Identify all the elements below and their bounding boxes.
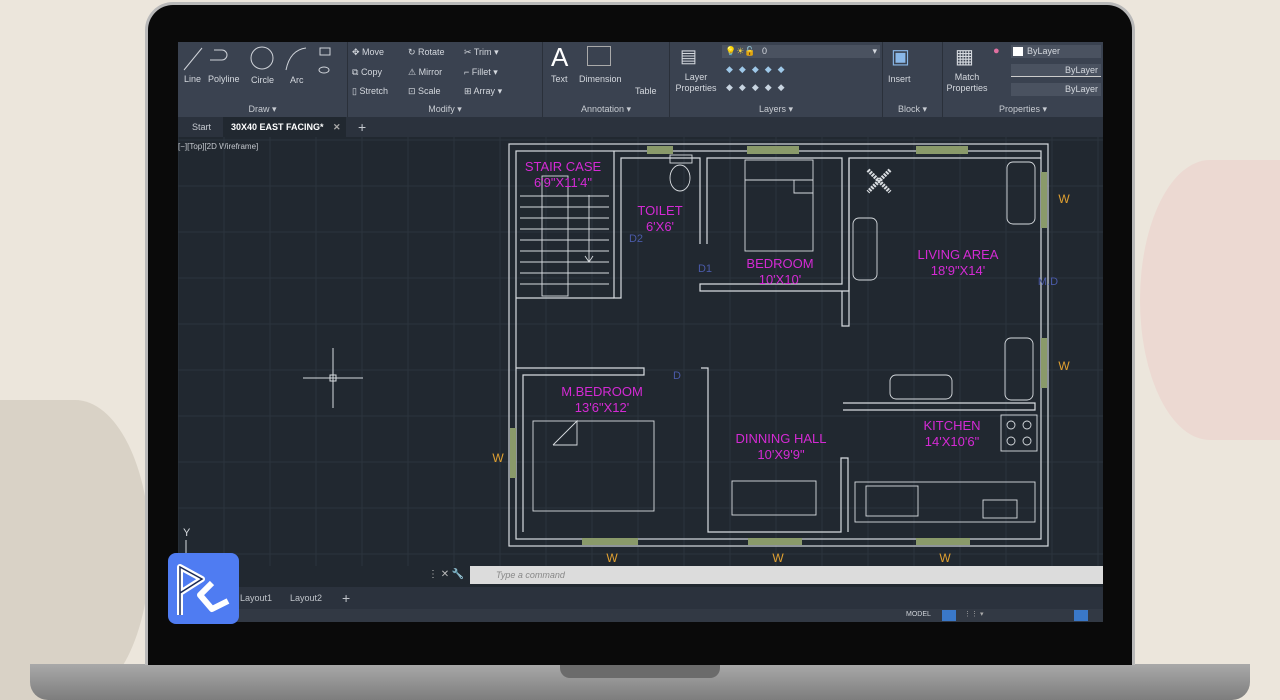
window-marker: W: [1058, 359, 1070, 373]
room-size: 10'X9'9": [757, 447, 805, 462]
room-size: 13'6"X12': [575, 400, 629, 415]
room-labels: STAIR CASE6'9"X11'4"TOILET6'X6'BEDROOM10…: [525, 159, 999, 462]
door-marker: D1: [698, 263, 712, 275]
model-space-button[interactable]: MODEL: [906, 611, 931, 618]
grid-toggle[interactable]: [942, 610, 956, 621]
layout-tabs: Layout1 Layout2 +: [178, 587, 1103, 609]
furniture: [520, 154, 1038, 523]
add-layout-button[interactable]: +: [342, 587, 350, 609]
crosshair-cursor: [303, 348, 363, 408]
room-size: 10'X10': [759, 272, 802, 287]
logo-mark: [177, 564, 230, 615]
room-name: KITCHEN: [923, 418, 980, 433]
window-marker: W: [939, 551, 951, 565]
floor-plan[interactable]: STAIR CASE6'9"X11'4"TOILET6'X6'BEDROOM10…: [178, 42, 1103, 622]
window-marker: W: [772, 551, 784, 565]
room-name: BEDROOM: [746, 256, 813, 271]
ucs-y-label: Y: [183, 527, 191, 539]
room-size: 6'9"X11'4": [534, 175, 592, 190]
window-marker: W: [492, 451, 504, 465]
window-marker: W: [606, 551, 618, 565]
window-marker: W: [1058, 192, 1070, 206]
room-name: DINNING HALL: [735, 431, 826, 446]
room-name: LIVING AREA: [918, 247, 999, 262]
background-shape: [1140, 160, 1280, 440]
room-name: TOILET: [637, 203, 682, 218]
door-marker: D: [673, 370, 681, 382]
drawing-grid: [178, 137, 1103, 566]
snap-toggle[interactable]: ⋮⋮ ▾: [964, 610, 983, 618]
status-bar: MODEL ⋮⋮ ▾: [178, 609, 1103, 622]
room-name: M.BEDROOM: [561, 384, 643, 399]
laptop-notch: [560, 664, 720, 678]
background-shape: [0, 400, 150, 700]
command-line-icons[interactable]: ⋮ ✕ 🔧: [428, 566, 464, 584]
command-input[interactable]: Type a command: [470, 566, 1103, 584]
windows: [510, 146, 1047, 545]
room-name: STAIR CASE: [525, 159, 602, 174]
tab-layout2[interactable]: Layout2: [290, 587, 322, 609]
walls: [508, 143, 1049, 547]
door-marker: M.D: [1038, 276, 1058, 288]
room-size: 6'X6': [646, 219, 674, 234]
tab-layout1[interactable]: Layout1: [240, 587, 272, 609]
brand-logo: [168, 553, 239, 624]
room-size: 14'X10'6": [925, 434, 980, 449]
status-toggle[interactable]: [1074, 610, 1088, 621]
room-size: 18'9"X14': [931, 263, 985, 278]
autocad-window: Line Polyline Circle Arc Draw ▾ ✥ Move ↻…: [178, 42, 1103, 622]
door-marker: D2: [629, 233, 643, 245]
